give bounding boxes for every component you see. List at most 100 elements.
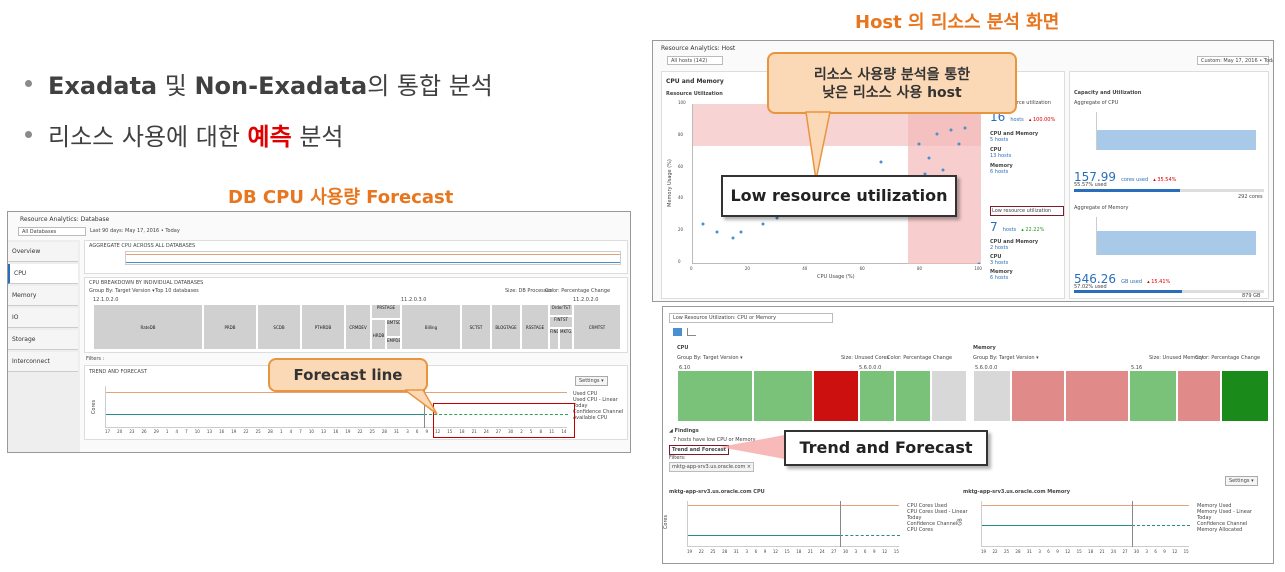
- host-cell[interactable]: [973, 370, 1011, 422]
- treemap-cell[interactable]: Billing: [401, 304, 461, 350]
- axis-tick: 18: [796, 549, 802, 554]
- treemap-cell[interactable]: SCDB: [257, 304, 301, 350]
- treemap-cell[interactable]: PTHRDB: [301, 304, 345, 350]
- treemap-cell[interactable]: BLOGTAGE: [491, 304, 521, 350]
- host-cell[interactable]: [677, 370, 753, 422]
- axis-tick: 20: [744, 266, 750, 271]
- mem-used-unit: GB used: [1121, 279, 1143, 285]
- axis-tick: 3: [406, 429, 409, 434]
- low-cpu-link[interactable]: 3 hosts: [990, 260, 1064, 266]
- axis-tick: 15: [893, 549, 899, 554]
- mem-treemap-title: Memory: [973, 345, 996, 351]
- low-util-unit: hosts: [1002, 227, 1017, 233]
- axis-tick: 28: [722, 549, 728, 554]
- axis-tick: 13: [206, 429, 212, 434]
- date-range-select[interactable]: Last 90 days: May 17, 2016 • Today: [90, 228, 180, 234]
- sidebar-item-memory[interactable]: Memory: [8, 286, 78, 306]
- cm-hosts-link[interactable]: 5 hosts: [990, 137, 1064, 143]
- group-by-select[interactable]: Group By: Target Version ▾: [89, 288, 155, 294]
- host-cell[interactable]: [753, 370, 813, 422]
- axis-tick: 3: [854, 549, 858, 554]
- treemap-cell[interactable]: HRDB: [371, 319, 386, 350]
- axis-tick: 30: [842, 549, 849, 554]
- low-memory-link[interactable]: 6 hosts: [990, 275, 1064, 281]
- low-util-filter-select[interactable]: Low Resource Utilization: CPU or Memory: [669, 313, 833, 323]
- db-sidebar: Overview CPU Memory IO Storage Interconn…: [8, 240, 80, 452]
- aggregate-cpu-title: AGGREGATE CPU ACROSS ALL DATABASES: [89, 243, 196, 249]
- axis-tick: 6: [754, 549, 758, 554]
- host-cell[interactable]: [1177, 370, 1221, 422]
- cpu-group-by[interactable]: Group By: Target Version ▾: [677, 355, 743, 361]
- host-cell[interactable]: [1221, 370, 1269, 422]
- axis-tick: 6: [1047, 549, 1050, 554]
- settings-button[interactable]: Settings ▾: [575, 376, 608, 386]
- axis-tick: 20: [678, 227, 684, 233]
- host-cell[interactable]: [895, 370, 931, 422]
- treemap-cell[interactable]: PRSTAGE: [371, 304, 401, 319]
- high-util-pct: ▴ 100.00%: [1028, 117, 1056, 123]
- axis-tick: 40: [678, 195, 684, 201]
- treemap-cell[interactable]: PRDB: [203, 304, 257, 350]
- chart-view-icon[interactable]: [687, 328, 696, 336]
- treemap-cell[interactable]: FINTST: [549, 316, 573, 328]
- host-cell[interactable]: [813, 370, 859, 422]
- used-cpu-line: [126, 262, 620, 263]
- axis-tick: 31: [733, 549, 739, 554]
- treemap-cell[interactable]: MKTG...: [559, 328, 573, 350]
- host-cell[interactable]: [931, 370, 967, 422]
- memory-hosts-link[interactable]: 6 hosts: [990, 169, 1064, 175]
- treemap-cell[interactable]: OrderTST: [549, 304, 573, 316]
- mem-area: [1097, 231, 1256, 255]
- treemap-cell[interactable]: BMTSDB: [386, 319, 401, 337]
- treemap-cell[interactable]: CRMDEV: [345, 304, 371, 350]
- treemap-cell[interactable]: RSSTAGE: [521, 304, 549, 350]
- axis-tick: 25: [710, 549, 716, 554]
- low-cm-link[interactable]: 2 hosts: [990, 245, 1064, 251]
- host-cell[interactable]: [1129, 370, 1177, 422]
- custom-range-select[interactable]: Custom: May 17, 2016 • Today: [1197, 56, 1273, 65]
- axis-tick: 28: [267, 429, 273, 434]
- sidebar-item-io[interactable]: IO: [8, 308, 78, 328]
- axis-tick: 3: [1145, 549, 1148, 554]
- treemap-cell[interactable]: EMPDB: [386, 337, 401, 350]
- host-select[interactable]: All hosts (142): [667, 56, 723, 65]
- trend-legend: Used CPU Used CPU - Linear Today Confide…: [573, 391, 623, 421]
- findings-toggle[interactable]: ◢ Findings: [669, 428, 699, 434]
- host-cell[interactable]: [1011, 370, 1065, 422]
- database-select[interactable]: All Databases: [18, 227, 86, 236]
- db-cpu-title: DB CPU 사용량 Forecast: [228, 187, 454, 208]
- low-util-count[interactable]: 7: [990, 220, 998, 234]
- low-util-title: Low resource utilization: [990, 206, 1064, 216]
- axis-tick: 80: [916, 266, 923, 271]
- cpu-memory-title: CPU and Memory: [666, 78, 724, 85]
- cpu-hosts-link[interactable]: 13 hosts: [990, 153, 1064, 159]
- sidebar-item-cpu[interactable]: CPU: [8, 264, 78, 284]
- treemap-cell[interactable]: RateDB: [93, 304, 203, 350]
- sidebar-item-interconnect[interactable]: Interconnect: [8, 352, 78, 372]
- axis-tick: 100: [678, 100, 686, 105]
- axis-tick: 6: [415, 429, 419, 434]
- axis-tick: 15: [784, 549, 790, 554]
- host-cell[interactable]: [859, 370, 895, 422]
- axis-tick: 19: [687, 549, 693, 554]
- available-cpu-line: [126, 254, 620, 255]
- host-panel-header: Resource Analytics: Host: [661, 45, 736, 52]
- axis-tick: 31: [1026, 549, 1032, 554]
- top10-checkbox[interactable]: Top 10 databases: [155, 288, 199, 294]
- bullet-text: 분석: [291, 123, 344, 151]
- treemap-cell[interactable]: SCTST: [461, 304, 491, 350]
- treemap-view-icon[interactable]: [673, 328, 682, 336]
- bullet-text: 예측: [247, 123, 292, 151]
- treemap-cell[interactable]: CRMTST: [573, 304, 621, 350]
- mem-color-label: Color: Percentage Change: [1195, 355, 1261, 361]
- settings-button[interactable]: Settings ▾: [1225, 476, 1258, 486]
- treemap-cell[interactable]: FINDB: [549, 328, 559, 350]
- axis-tick: 7: [299, 429, 302, 434]
- host-cell[interactable]: [1065, 370, 1129, 422]
- mem-group-by[interactable]: Group By: Target Version ▾: [973, 355, 1039, 361]
- sidebar-item-overview[interactable]: Overview: [8, 242, 78, 262]
- sidebar-item-storage[interactable]: Storage: [8, 330, 78, 350]
- x-ticks: 19 22 25 28 31 3 6 9 12 15 18 21 24 27 30 3 6 9 12 15: [981, 549, 1189, 554]
- axis-tick: 21: [1099, 549, 1105, 554]
- cpu-used-unit: cores used: [1121, 177, 1149, 183]
